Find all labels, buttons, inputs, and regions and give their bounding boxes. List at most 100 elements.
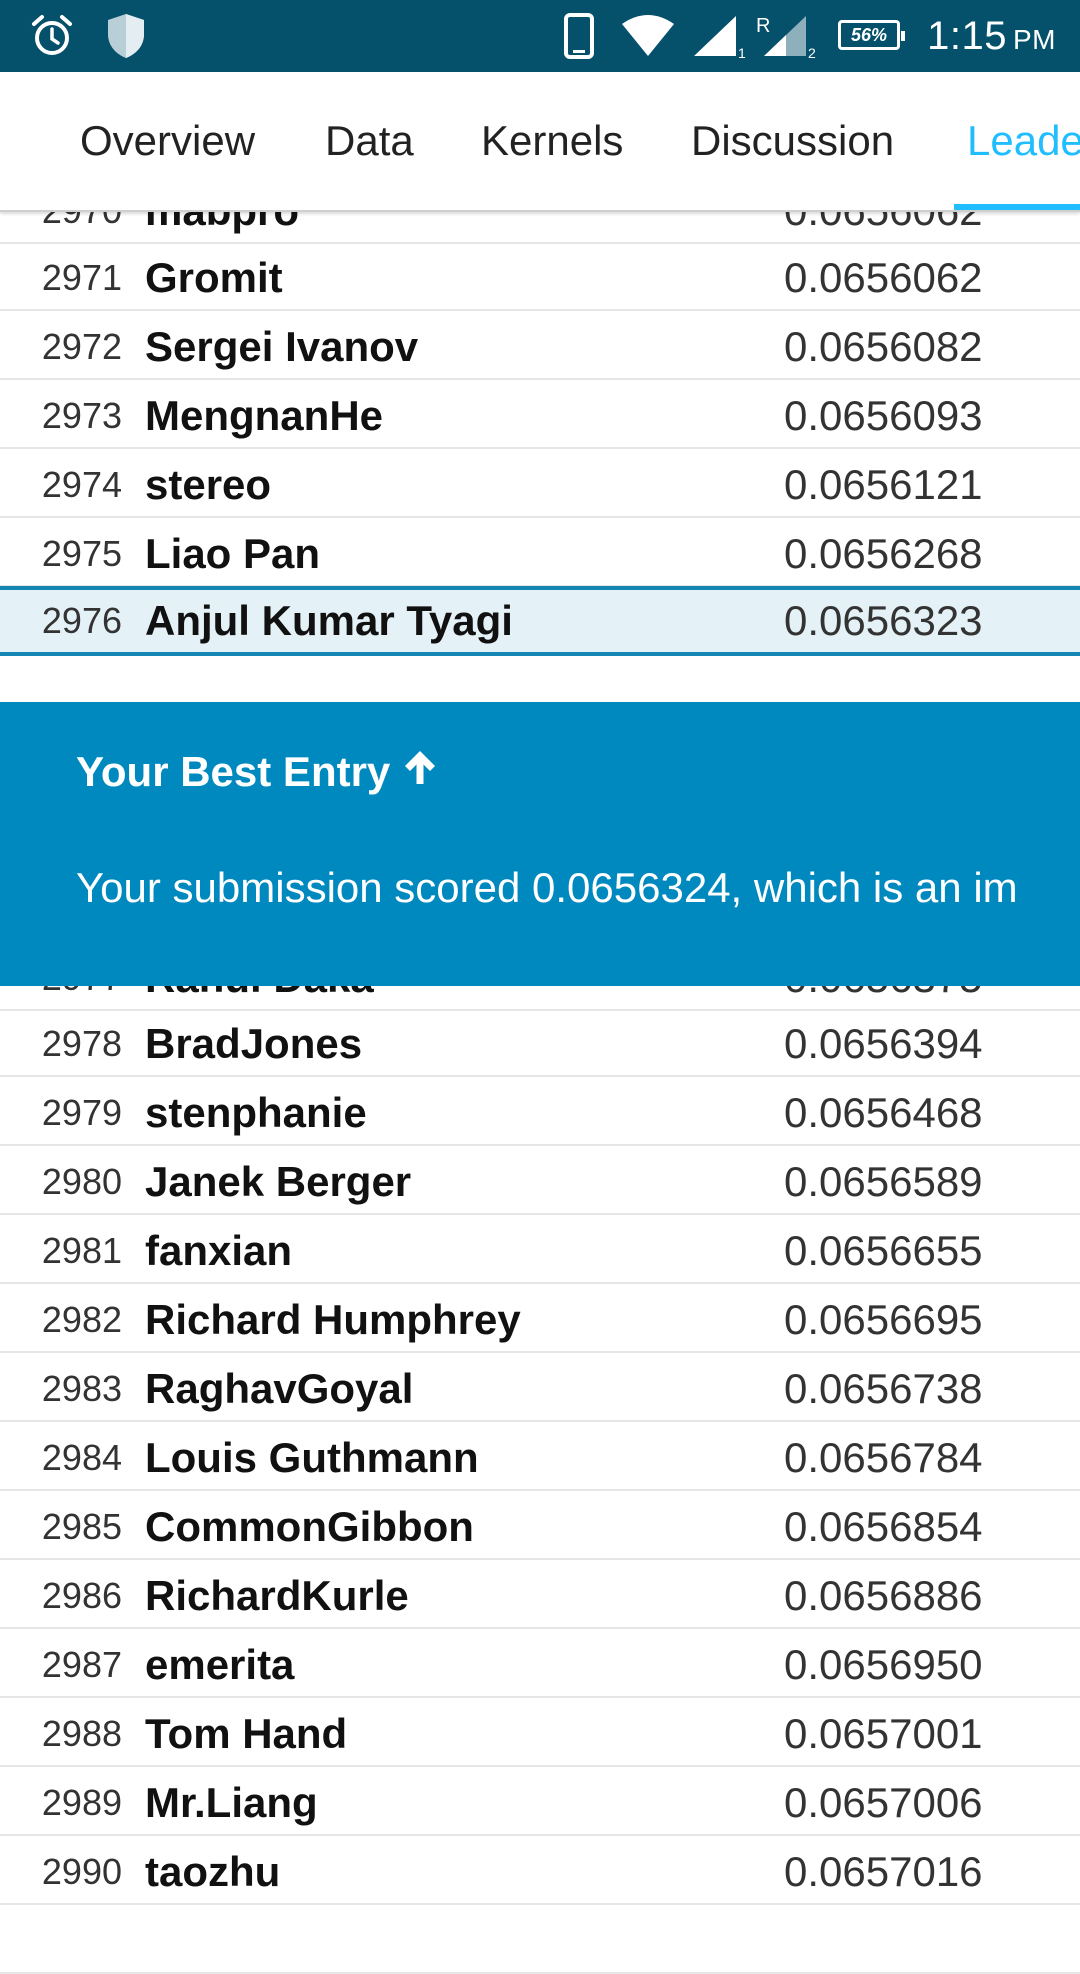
team-name[interactable]: RichardKurle [145,1562,409,1629]
signal-roaming-icon: R 2 [756,0,820,72]
rank: 2985 [41,1505,122,1547]
tab-leaderboard[interactable]: Leade [967,72,1080,210]
team-name[interactable]: emerita [145,1631,294,1698]
rank: 2978 [41,1022,122,1064]
team-name[interactable]: BradJones [145,1010,362,1077]
team-name[interactable]: Janek Berger [145,1148,411,1215]
score: 0.0656268 [784,529,983,577]
score: 0.0656394 [784,1019,983,1067]
arrow-up-icon [402,748,438,796]
table-row[interactable]: 2979 stenphanie 0.0656468 [0,1079,1080,1146]
rank [0,1907,122,1974]
rank: 2989 [41,1781,122,1823]
rank: 2979 [41,1091,122,1133]
table-row[interactable]: 2984 Louis Guthmann 0.0656784 [0,1424,1080,1491]
table-row[interactable]: 2981 fanxian 0.0656655 [0,1217,1080,1284]
table-row[interactable]: 2978 BradJones 0.0656394 [0,1010,1080,1077]
phone-icon [562,0,596,72]
status-bar: 1 R 2 56% 1:15 PM [0,0,1080,72]
clock-time: 1:15 [927,13,1007,58]
rank: 2973 [41,394,122,436]
tab-overview[interactable]: Overview [80,72,255,210]
score: 0.0656468 [784,1088,983,1136]
table-row-current-user[interactable]: 2976 Anjul Kumar Tyagi 0.0656323 [0,586,1080,656]
team-name[interactable]: Richard Humphrey [145,1286,521,1353]
svg-text:2: 2 [808,45,816,60]
rank: 2984 [41,1436,122,1478]
battery-icon: 56% [838,20,905,50]
score: 0.0657016 [784,1847,983,1895]
tab-bar: Overview Data Kernels Discussion Leade [0,72,1080,212]
score: 0.0656121 [784,460,983,508]
rank: 2974 [41,463,122,505]
best-entry-title: Your Best Entry [76,748,438,796]
rank: 2987 [41,1643,122,1685]
rank: 2972 [41,325,122,367]
team-name[interactable]: fanxian [145,1217,292,1284]
table-row[interactable]: 2982 Richard Humphrey 0.0656695 [0,1286,1080,1353]
tab-discussion[interactable]: Discussion [691,72,894,210]
rank: 2990 [41,1850,122,1892]
team-name[interactable]: stereo [145,451,271,518]
team-name[interactable]: Liao Pan [145,520,320,587]
score: 0.0656062 [784,253,983,301]
table-row[interactable]: 2972 Sergei Ivanov 0.0656082 [0,313,1080,380]
team-name[interactable]: Anjul Kumar Tyagi [145,590,513,652]
tab-data[interactable]: Data [325,72,414,210]
table-row[interactable] [0,1907,1080,1974]
team-name[interactable]: stenphanie [145,1079,367,1146]
table-row[interactable]: 2983 RaghavGoyal 0.0656738 [0,1355,1080,1422]
svg-text:1: 1 [738,45,746,60]
rank: 2981 [41,1229,122,1271]
active-tab-indicator [954,204,1080,210]
svg-text:R: R [756,15,770,37]
table-row[interactable]: 2975 Liao Pan 0.0656268 [0,520,1080,587]
rank: 2986 [41,1574,122,1616]
score: 0.0657006 [784,1778,983,1826]
best-entry-message: Your submission scored 0.0656324, which … [76,864,1018,911]
best-entry-banner[interactable]: Your Best Entry Your submission scored 0… [0,702,1080,986]
team-name[interactable]: Louis Guthmann [145,1424,479,1491]
table-row[interactable]: 2985 CommonGibbon 0.0656854 [0,1493,1080,1560]
score: 0.0656655 [784,1226,983,1274]
score: 0.0656738 [784,1364,983,1412]
clock-ampm: PM [1013,24,1056,55]
table-row[interactable]: 2987 emerita 0.0656950 [0,1631,1080,1698]
score: 0.0657001 [784,1709,983,1757]
rank: 2976 [41,600,122,641]
table-row[interactable]: 2988 Tom Hand 0.0657001 [0,1700,1080,1767]
table-row[interactable]: 2989 Mr.Liang 0.0657006 [0,1769,1080,1836]
rank: 2988 [41,1712,122,1754]
shield-icon [104,0,148,72]
tab-kernels[interactable]: Kernels [481,72,623,210]
signal-icon: 1 [692,0,748,72]
team-name[interactable]: taozhu [145,1838,280,1905]
table-row[interactable]: 2973 MengnanHe 0.0656093 [0,382,1080,449]
score: 0.0656589 [784,1157,983,1205]
table-row[interactable]: 2986 RichardKurle 0.0656886 [0,1562,1080,1629]
team-name[interactable]: Sergei Ivanov [145,313,418,380]
rank: 2971 [41,256,122,298]
score: 0.0656093 [784,391,983,439]
rank: 2975 [41,532,122,574]
team-name[interactable]: Mr.Liang [145,1769,318,1836]
team-name[interactable]: Gromit [145,244,283,311]
score: 0.0656886 [784,1571,983,1619]
clock: 1:15 PM [927,0,1056,72]
table-row[interactable]: 2974 stereo 0.0656121 [0,451,1080,518]
table-row[interactable]: 2971 Gromit 0.0656062 [0,244,1080,311]
score: 0.0656082 [784,322,983,370]
rank: 2982 [41,1298,122,1340]
best-entry-title-text: Your Best Entry [76,748,391,795]
score: 0.0656854 [784,1502,983,1550]
team-name[interactable]: RaghavGoyal [145,1355,413,1422]
team-name[interactable]: CommonGibbon [145,1493,474,1560]
team-name[interactable]: MengnanHe [145,382,383,449]
rank: 2983 [41,1367,122,1409]
score: 0.0656323 [784,597,983,644]
table-row[interactable]: 2980 Janek Berger 0.0656589 [0,1148,1080,1215]
table-row[interactable]: 2990 taozhu 0.0657016 [0,1838,1080,1905]
score: 0.0656950 [784,1640,983,1688]
score: 0.0656784 [784,1433,983,1481]
team-name[interactable]: Tom Hand [145,1700,347,1767]
